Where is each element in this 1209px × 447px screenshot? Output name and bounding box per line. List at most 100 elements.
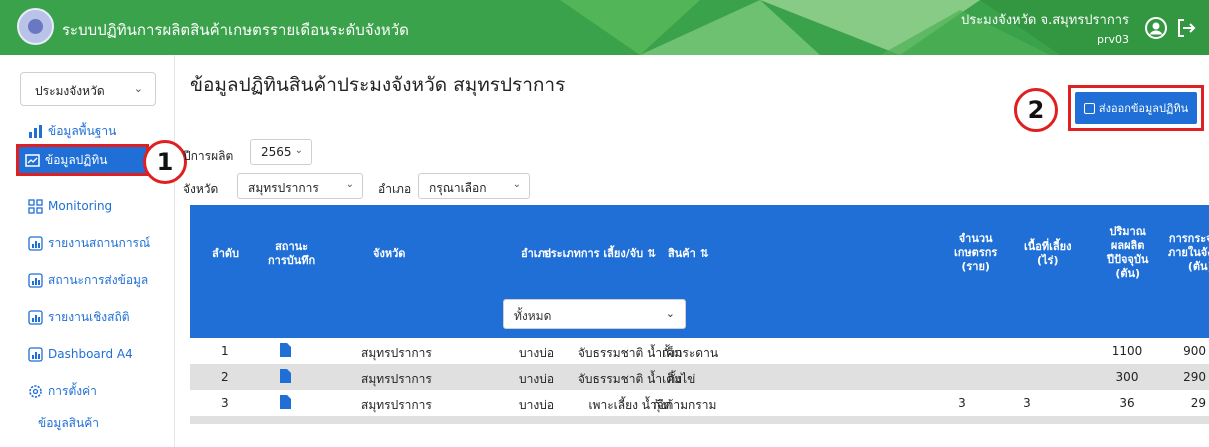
cell-distribution: 900 [1183,344,1206,358]
cell-index: 2 [221,370,229,384]
col-status-line: การบันทึก [268,254,316,267]
col-type[interactable]: ประเภทการ เลี้ยง/จับ ⇅ [480,247,720,261]
sidebar-item-label: การตั้งค่า [48,383,97,398]
gear-icon [29,384,42,398]
col-output-line: ผลผลิต [1110,239,1145,252]
cell-province: สมุทรปราการ [361,372,432,386]
col-output-line: ปริมาณ [1109,225,1146,238]
cell-province: สมุทรปราการ [361,346,432,360]
sidebar-item-statistics-report[interactable]: รายงานเชิงสถิติ [28,306,130,328]
year-select[interactable]: 2565 ⌄ [250,139,312,165]
top-header: ระบบปฏิทินการผลิตสินค้าเกษตรรายเดือนระดั… [0,0,1209,55]
sidebar-item-label: Dashboard A4 [48,347,133,361]
col-output-line: (ตัน) [1115,267,1141,280]
cell-output: 300 [1115,370,1139,384]
col-province: จังหวัด [373,247,406,260]
table-row-partial [190,416,1209,424]
col-farmers: จำนวน เกษตรกร (ราย) [954,232,997,274]
annotation-badge-2: 2 [1014,88,1058,132]
col-distribution: การกระจ ภายในจัง (ตัน) [1168,232,1209,274]
sidebar-item-calendar-data[interactable]: ข้อมูลปฏิทิน [16,144,149,176]
col-dist-line: ภายในจัง [1168,246,1209,259]
sidebar-item-label: ข้อมูลพื้นฐาน [48,123,117,138]
chevron-down-icon: ⌄ [665,307,675,320]
sidebar-item-label: Monitoring [48,199,113,213]
col-farmers-line: จำนวน [958,232,993,245]
document-icon[interactable] [280,369,291,383]
app-title: ระบบปฏิทินการผลิตสินค้าเกษตรรายเดือนระดั… [62,21,409,39]
chevron-down-icon: ⌄ [294,145,303,156]
document-icon[interactable] [280,343,291,357]
type-filter-value: ทั้งหมด [514,309,552,323]
cell-distribution: 29 [1190,396,1206,410]
sidebar-subitem-product-data[interactable]: ข้อมูลสินค้า [38,414,99,433]
sidebar-item-label: รายงานสถานการณ์ [48,235,151,250]
sidebar-item-submission-status[interactable]: สถานะการส่งข้อมูล [28,269,148,291]
cell-farmers: 3 [958,396,966,410]
table-row[interactable]: 1 สมุทรปราการ บางบ่อ กั้งกระดาน จับธรรมช… [190,338,1209,364]
export-calendar-button[interactable]: ส่งออกข้อมูลปฏิทิน [1075,92,1197,124]
col-dist-line: การกระจ [1168,232,1209,245]
district-label: อำเภอ [378,182,412,196]
document-icon[interactable] [280,395,291,409]
logout-icon[interactable] [1174,16,1198,40]
report-icon [28,346,43,362]
col-area: เนื้อที่เลี้ยง (ไร่) [1024,240,1071,268]
col-status-line: สถานะ [275,240,309,253]
user-info: ประมงจังหวัด จ.สมุทรปราการ prv03 [961,9,1129,46]
grid-icon [28,198,43,214]
table-row[interactable]: 3 สมุทรปราการ บางบ่อ กุ้งก้ามกราม เพาะเล… [190,390,1209,416]
annotation-badge-1: 1 [143,140,187,184]
province-seal-logo [17,8,54,45]
col-farmers-line: (ราย) [961,260,990,273]
bar-chart-icon [29,124,42,138]
user-circle-icon[interactable] [1144,16,1168,40]
cell-area: 3 [1023,396,1031,410]
report-icon [28,272,43,288]
sidebar-item-situation-report[interactable]: รายงานสถานการณ์ [28,232,150,254]
district-select-value: กรุณาเลือก [429,181,487,195]
sidebar-item-dashboard-a4[interactable]: Dashboard A4 [28,343,133,365]
col-output-line: ปีปัจจุบัน [1107,253,1149,266]
calendar-table: ลำดับ สถานะ การบันทึก จังหวัด อำเภอ สินค… [190,205,1209,424]
province-select-value: สมุทรปราการ [248,181,319,195]
chevron-down-icon: ⌄ [133,82,143,95]
col-output: ปริมาณ ผลผลิต ปีปัจจุบัน (ตัน) [1107,225,1148,281]
sidebar-item-basic-data[interactable]: ข้อมูลพื้นฐาน [28,120,116,142]
col-farmers-line: เกษตรกร [954,246,998,259]
user-code: prv03 [1096,33,1129,46]
table-row[interactable]: 2 สมุทรปราการ บางบ่อ กั้งไข่ จับธรรมชาติ… [190,364,1209,390]
cell-index: 1 [221,344,229,358]
year-select-value: 2565 [261,145,292,159]
table-header: ลำดับ สถานะ การบันทึก จังหวัด อำเภอ สินค… [190,205,1209,338]
sidebar-item-settings[interactable]: การตั้งค่า [28,380,97,402]
col-index: ลำดับ [212,247,240,260]
cell-output: 36 [1119,396,1135,410]
cell-distribution: 290 [1183,370,1206,384]
sidebar-item-label: รายงานเชิงสถิติ [48,309,130,324]
export-label: ส่งออกข้อมูลปฏิทิน [1098,102,1189,115]
sidebar-item-label: ข้อมูลปฏิทิน [45,152,108,167]
role-select[interactable]: ประมงจังหวัด ⌄ [20,72,156,106]
province-label: จังหวัด [183,182,219,196]
export-highlight: ส่งออกข้อมูลปฏิทิน [1068,85,1204,131]
chevron-down-icon: ⌄ [345,179,354,190]
year-label: ปีการผลิต [183,149,234,163]
export-icon [1083,102,1095,114]
type-filter-select[interactable]: ทั้งหมด ⌄ [503,299,686,329]
role-select-value: ประมงจังหวัด [35,84,105,98]
col-status: สถานะ การบันทึก [268,240,315,268]
report-icon [28,309,43,325]
district-select[interactable]: กรุณาเลือก ⌄ [418,173,530,199]
col-area-line: (ไร่) [1036,254,1059,267]
user-name: ประมงจังหวัด จ.สมุทรปราการ [960,13,1129,28]
page-title: ข้อมูลปฏิทินสินค้าประมงจังหวัด สมุทรปราก… [190,74,566,96]
cell-type: จับธรรมชาติ น้ำเค็ม [577,346,683,360]
sidebar-item-monitoring[interactable]: Monitoring [28,195,112,217]
province-select[interactable]: สมุทรปราการ ⌄ [237,173,363,199]
chevron-down-icon: ⌄ [512,179,521,190]
cell-index: 3 [221,396,229,410]
col-dist-line: (ตัน) [1187,260,1209,273]
cell-type: จับธรรมชาติ น้ำเค็ม [577,372,683,386]
col-area-line: เนื้อที่เลี้ยง [1024,240,1072,253]
